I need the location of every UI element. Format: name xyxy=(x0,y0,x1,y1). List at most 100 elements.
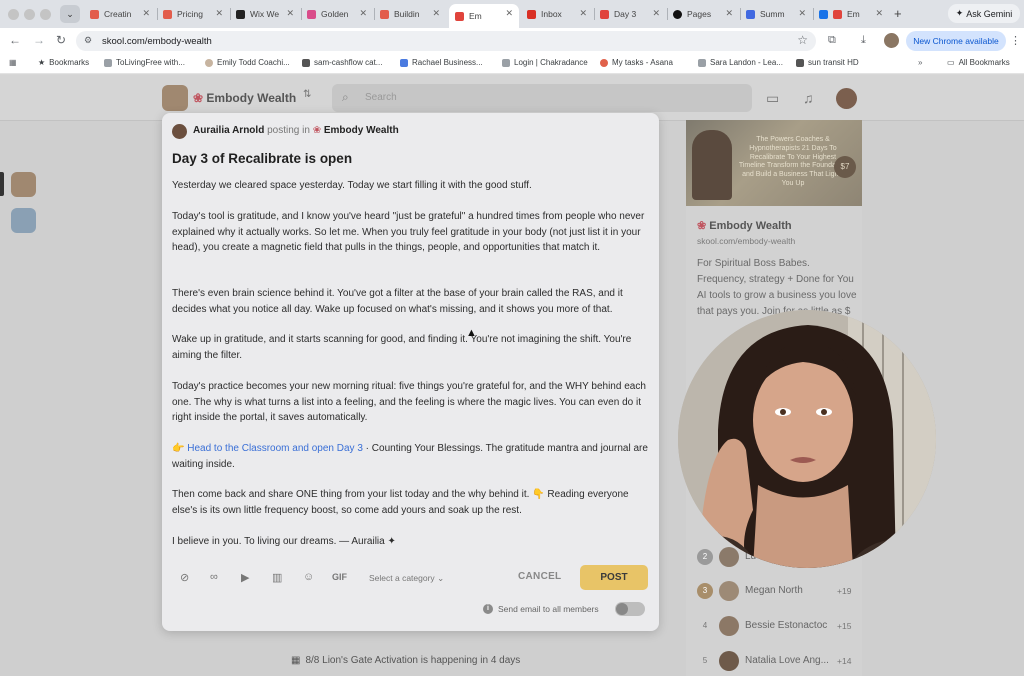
poll-icon[interactable]: ▥ xyxy=(272,571,282,584)
tab-favicon-icon xyxy=(307,9,316,19)
bookmark-label: Rachael Business... xyxy=(412,58,483,67)
bookmark-sara-landon[interactable]: Sara Landon - Lea... xyxy=(698,58,783,67)
tab-6-active[interactable]: Em ✕ xyxy=(449,4,519,28)
tab-7[interactable]: Inbox ✕ xyxy=(521,4,593,24)
reload-icon[interactable]: ↻ xyxy=(56,33,66,47)
bookmark-asana[interactable]: My tasks - Asana xyxy=(600,58,673,67)
tab-8[interactable]: Day 3 ✕ xyxy=(594,4,666,24)
tab-1[interactable]: Creatin ✕ xyxy=(84,4,156,24)
tab-close-icon[interactable]: ✕ xyxy=(215,8,223,19)
gif-button[interactable]: GIF xyxy=(332,572,347,582)
sparkle-icon: ✦ xyxy=(955,8,964,18)
url-text[interactable]: skool.com/embody-wealth xyxy=(102,36,212,47)
leaderboard-row[interactable]: 5 Natalia Love Ang... +14 xyxy=(697,651,857,671)
attachment-icon[interactable]: ⊘ xyxy=(180,571,189,584)
tab-close-icon[interactable]: ✕ xyxy=(579,8,587,19)
send-email-toggle[interactable] xyxy=(615,602,645,616)
group-switcher-icon[interactable]: ⇅ xyxy=(303,89,311,100)
post-body-paragraph[interactable]: There's even brain science behind it. Yo… xyxy=(172,286,652,317)
bookmark-favicon-icon xyxy=(502,58,510,67)
post-body-paragraph[interactable]: Wake up in gratitude, and it starts scan… xyxy=(172,332,652,363)
bookmark-chakradance[interactable]: Login | Chakradance xyxy=(502,58,588,67)
post-body-paragraph[interactable]: Today's practice becomes your new mornin… xyxy=(172,379,652,426)
close-window-button[interactable] xyxy=(8,9,19,20)
tab-label: Summ xyxy=(760,9,785,19)
post-body-paragraph[interactable]: Today's tool is gratitude, and I know yo… xyxy=(172,209,652,256)
forward-icon[interactable]: → xyxy=(33,33,45,47)
tab-favicon-icon xyxy=(746,9,755,19)
post-title-input[interactable]: Day 3 of Recalibrate is open xyxy=(172,151,352,166)
tab-close-icon[interactable]: ✕ xyxy=(875,8,883,19)
tab-close-icon[interactable]: ✕ xyxy=(798,8,806,19)
search-input[interactable]: ⌕ Search xyxy=(332,84,752,112)
bell-icon[interactable]: ♫ xyxy=(803,90,814,106)
tab-close-icon[interactable]: ✕ xyxy=(505,8,513,19)
maximize-window-button[interactable] xyxy=(40,9,51,20)
webcam-overlay[interactable] xyxy=(678,310,936,568)
post-body-paragraph[interactable]: Yesterday we cleared space yesterday. To… xyxy=(172,178,652,194)
cancel-button[interactable]: CANCEL xyxy=(518,571,561,582)
all-bookmarks-label: All Bookmarks xyxy=(958,58,1010,67)
tab-close-icon[interactable]: ✕ xyxy=(432,8,440,19)
tab-5[interactable]: Buildin ✕ xyxy=(374,4,446,24)
extensions-icon[interactable]: ⧉ xyxy=(828,34,836,47)
group-name[interactable]: ❀ Embody Wealth xyxy=(193,91,296,105)
tab-search-button[interactable]: ⌄ xyxy=(60,5,80,23)
about-group-name-label: Embody Wealth xyxy=(709,220,792,232)
minimize-window-button[interactable] xyxy=(24,9,35,20)
tab-close-icon[interactable]: ✕ xyxy=(652,8,660,19)
new-tab-button[interactable]: + xyxy=(894,6,902,21)
leaderboard-row[interactable]: 3 Megan North +19 xyxy=(697,581,857,601)
all-bookmarks-button[interactable]: ▭ All Bookmarks xyxy=(947,58,1010,67)
post-body-paragraph[interactable]: Then come back and share ONE thing from … xyxy=(172,487,652,518)
tab-close-icon[interactable]: ✕ xyxy=(142,8,150,19)
rank-number: 4 xyxy=(702,621,708,630)
tab-9[interactable]: Pages ✕ xyxy=(667,4,739,24)
tab-4[interactable]: Golden ✕ xyxy=(301,4,373,24)
category-select[interactable]: Select a category ⌄ xyxy=(369,573,444,584)
post-button[interactable]: POST xyxy=(580,565,648,590)
group-banner[interactable]: The Powers Coaches & Hypnotherapists 21 … xyxy=(686,120,862,206)
tab-favicon-icon xyxy=(163,9,172,19)
bookmarks-overflow-icon[interactable]: » xyxy=(918,58,922,67)
tab-10[interactable]: Summ ✕ xyxy=(740,4,812,24)
user-avatar[interactable] xyxy=(836,88,857,109)
link-icon[interactable]: ∞ xyxy=(210,571,218,583)
tab-close-icon[interactable]: ✕ xyxy=(286,8,294,19)
sidebar-group-2[interactable] xyxy=(11,208,36,233)
tab-2[interactable]: Pricing ✕ xyxy=(157,4,229,24)
bookmark-bookmarks[interactable]: ★ Bookmarks xyxy=(38,58,89,67)
apps-grid-icon[interactable]: ▦ xyxy=(9,58,17,67)
site-info-icon[interactable]: ⚙ xyxy=(84,35,92,46)
tab-close-icon[interactable]: ✕ xyxy=(725,8,733,19)
bookmark-star-icon[interactable]: ☆ xyxy=(797,33,808,47)
chat-icon[interactable]: ▭ xyxy=(766,90,779,107)
bookmark-rachael[interactable]: Rachael Business... xyxy=(400,58,483,67)
leaderboard-row[interactable]: 4 Bessie Estonactoc +15 xyxy=(697,616,857,636)
post-body-paragraph[interactable]: 👉 Head to the Classroom and open Day 3 ·… xyxy=(172,441,652,472)
more-menu-icon[interactable]: ⋮ xyxy=(1010,34,1021,47)
new-chrome-available-button[interactable]: New Chrome available xyxy=(906,31,1006,51)
tab-11[interactable]: Em ✕ xyxy=(813,4,889,24)
tab-close-icon[interactable]: ✕ xyxy=(359,8,367,19)
bookmark-sam-cashflow[interactable]: sam-cashflow cat... xyxy=(302,58,382,67)
download-icon[interactable]: ⤓ xyxy=(861,34,866,47)
emoji-icon[interactable]: ☺ xyxy=(303,571,314,583)
address-bar[interactable]: ⚙ skool.com/embody-wealth ☆ xyxy=(76,31,816,51)
info-icon[interactable]: i xyxy=(483,604,493,614)
back-icon[interactable]: ← xyxy=(9,33,21,47)
post-body-paragraph[interactable]: I believe in you. To living our dreams. … xyxy=(172,534,652,550)
video-icon[interactable]: ▶ xyxy=(241,571,249,584)
ask-gemini-button[interactable]: ✦ Ask Gemini xyxy=(948,4,1020,23)
event-text: 8/8 Lion's Gate Activation is happening … xyxy=(305,655,521,666)
bookmark-sun-transit[interactable]: sun transit HD xyxy=(796,58,859,67)
classroom-link[interactable]: Head to the Classroom and open Day 3 xyxy=(187,443,363,454)
profile-avatar[interactable] xyxy=(884,33,899,48)
bookmark-tolivingfree[interactable]: ToLivingFree with... xyxy=(104,58,185,67)
bookmark-emily-todd[interactable]: Emily Todd Coachi... xyxy=(205,58,290,67)
sidebar-group-embody-wealth[interactable] xyxy=(11,172,36,197)
group-logo[interactable] xyxy=(162,85,188,111)
upcoming-event-banner[interactable]: ▦ 8/8 Lion's Gate Activation is happenin… xyxy=(291,655,520,666)
tab-3[interactable]: Wix We ✕ xyxy=(230,4,300,24)
bookmark-favicon-icon xyxy=(205,58,213,67)
